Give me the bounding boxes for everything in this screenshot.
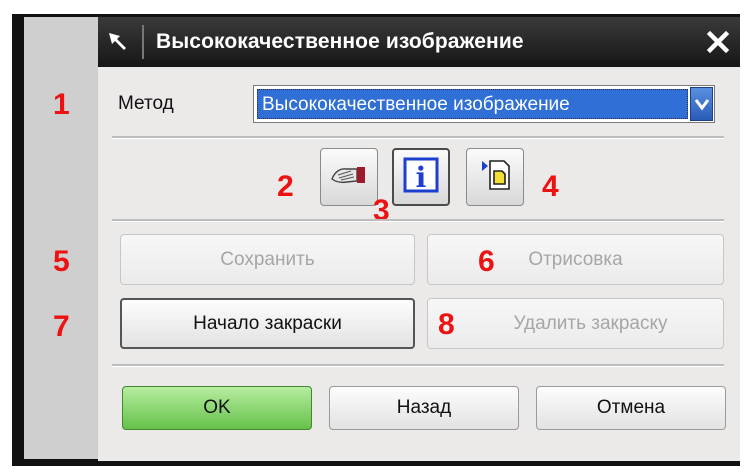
method-select[interactable]: Высококачественное изображение (253, 85, 715, 123)
method-select-value: Высококачественное изображение (257, 89, 688, 119)
back-button[interactable]: Назад (329, 386, 519, 430)
marker-5: 5 (53, 245, 70, 278)
title-separator (142, 25, 144, 59)
separator-middle (112, 219, 724, 222)
svg-text:i: i (416, 161, 427, 193)
hand-point-icon (329, 161, 369, 194)
delete-shading-button[interactable]: Удалить закраску (427, 298, 724, 349)
info-button[interactable]: i (392, 148, 450, 206)
marker-6: 6 (478, 245, 495, 278)
info-icon: i (403, 157, 439, 198)
start-shading-button[interactable]: Начало закраски (120, 298, 415, 349)
export-image-icon (476, 157, 514, 198)
close-icon[interactable] (702, 27, 734, 57)
pin-icon[interactable] (98, 17, 138, 67)
export-image-button[interactable] (466, 148, 524, 206)
title-bar[interactable]: Высококачественное изображение (98, 17, 740, 67)
separator-bottom (112, 364, 724, 367)
save-button[interactable]: Сохранить (120, 234, 415, 285)
cancel-button[interactable]: Отмена (536, 386, 726, 430)
side-strip (24, 17, 98, 459)
marker-7: 7 (53, 310, 70, 343)
marker-8: 8 (438, 308, 455, 341)
render-button[interactable]: Отрисовка (427, 234, 724, 285)
marker-2: 2 (277, 170, 294, 203)
separator-top (112, 136, 724, 139)
ok-button[interactable]: OK (122, 386, 312, 430)
marker-4: 4 (542, 170, 559, 203)
method-label: Метод (118, 93, 174, 114)
chevron-down-icon[interactable] (690, 87, 713, 121)
marker-1: 1 (53, 88, 70, 121)
window-title: Высококачественное изображение (156, 30, 524, 53)
hand-point-button[interactable] (320, 148, 378, 206)
